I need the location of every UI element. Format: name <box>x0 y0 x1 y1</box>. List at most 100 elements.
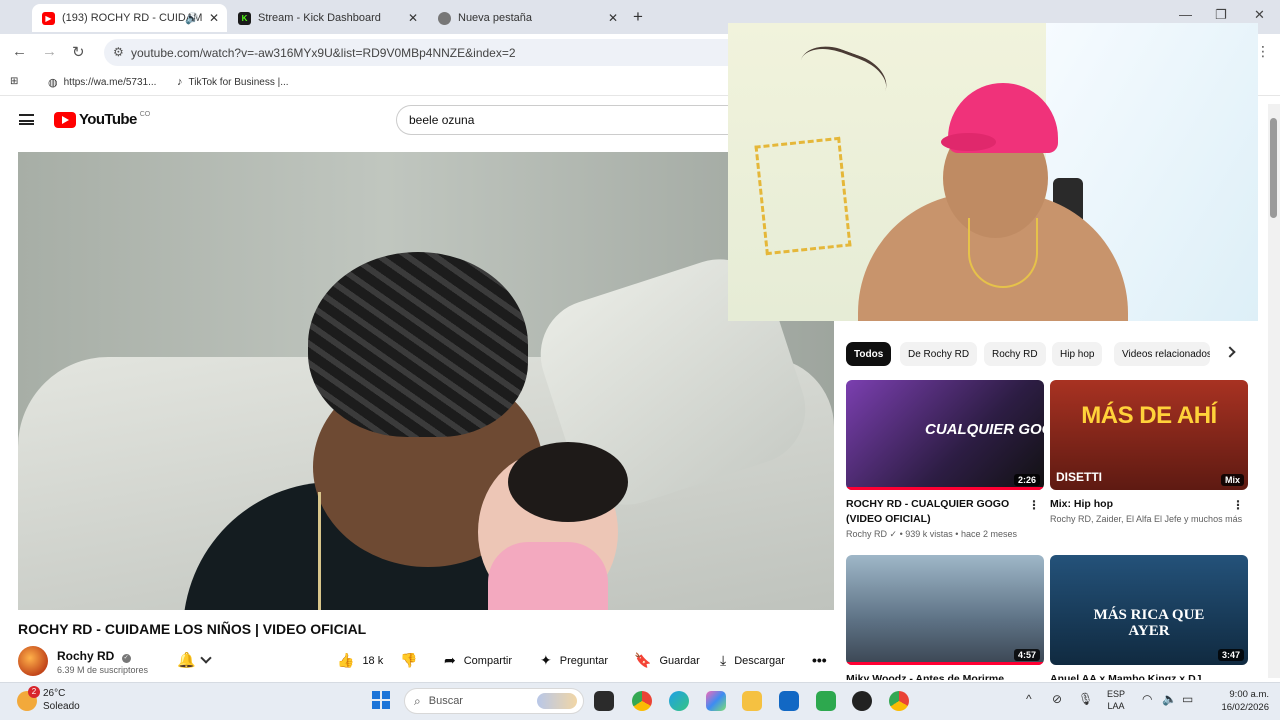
site-info-icon[interactable]: ⚙ <box>113 45 124 59</box>
share-button[interactable]: ➦ Compartir <box>444 652 512 669</box>
tab-kick-dashboard[interactable]: K Stream - Kick Dashboard ✕ <box>228 4 426 32</box>
chip-rochy-rd[interactable]: Rochy RD <box>984 342 1046 366</box>
mix-badge: Mix <box>1220 474 1244 486</box>
download-icon: ⤓ <box>720 652 727 668</box>
volume-icon[interactable]: 🔈 <box>1162 692 1177 706</box>
verified-check-icon: ✓ • <box>889 529 906 539</box>
clock-date: 16/02/2026 <box>1221 702 1269 713</box>
ask-label: Preguntar <box>559 654 609 667</box>
chrome-favicon-icon <box>438 11 451 25</box>
video-player[interactable] <box>18 152 834 610</box>
ask-button[interactable]: ✦ Preguntar <box>540 652 608 669</box>
webcam-tape-frame <box>754 136 852 256</box>
bookmark-tiktok[interactable]: ♪ TikTok for Business |... <box>177 76 289 88</box>
chip-hip-hop[interactable]: Hip hop <box>1052 342 1103 366</box>
video-thumbnail[interactable]: MÁS RICA QUE AYER 3:47 <box>1050 555 1248 665</box>
wifi-icon[interactable]: ◠ <box>1142 692 1152 706</box>
windows-start-icon[interactable] <box>372 691 390 709</box>
video-title[interactable]: Mix: Hip hop <box>1050 497 1230 512</box>
apps-grid-icon[interactable]: ⊞ <box>10 76 18 87</box>
tab-youtube[interactable]: ▶ (193) ROCHY RD - CUIDAM 🔊 ✕ <box>32 4 227 32</box>
edge-icon[interactable] <box>669 691 689 711</box>
task-view-icon[interactable] <box>594 691 614 711</box>
watch-progress-bar <box>846 662 1044 665</box>
chevron-down-icon[interactable] <box>200 652 212 664</box>
bookmark-whatsapp[interactable]: ◍ https://wa.me/5731... <box>48 76 156 89</box>
video-thumbnail[interactable]: 4:57 <box>846 555 1044 665</box>
filter-chips: Todos De Rochy RD Rochy RD Hip hop Video… <box>846 342 1246 366</box>
channel-avatar[interactable] <box>18 646 48 676</box>
globe-icon: ◍ <box>48 77 58 89</box>
download-button[interactable]: ⤓ Descargar <box>720 652 785 669</box>
channel-name[interactable]: Rochy RD <box>846 529 887 539</box>
verified-check-icon: ✓ <box>121 654 131 663</box>
webcam-necklace <box>968 218 1038 288</box>
file-explorer-icon[interactable] <box>742 691 762 711</box>
video-title[interactable]: ROCHY RD - CUALQUIER GOGO (VIDEO OFICIAL… <box>846 497 1026 527</box>
weather-condition[interactable]: Soleado <box>43 701 80 712</box>
system-clock[interactable]: 9:00 a.m. 16/02/2026 <box>1213 688 1269 714</box>
video-thumbnail[interactable]: CUALQUIER GOGO 2:26 <box>846 380 1044 490</box>
battery-icon[interactable]: ▭ <box>1182 692 1193 706</box>
weather-temperature[interactable]: 26°C <box>43 688 65 699</box>
share-label: Compartir <box>463 654 513 667</box>
save-button[interactable]: 🔖 Guardar <box>634 652 700 669</box>
youtube-play-icon <box>54 111 76 128</box>
video-title[interactable]: Miky Woodz - Antes de Morirme <box>846 672 1026 680</box>
save-label: Guardar <box>659 654 700 667</box>
like-button[interactable]: 👍 18 k <box>337 652 383 669</box>
video-thumbnail[interactable]: MÁS DE AHÍ DISETTI Mix <box>1050 380 1248 490</box>
youtube-logo[interactable]: YouTube CO <box>54 111 150 128</box>
audio-playing-icon[interactable]: 🔊 <box>185 12 199 25</box>
back-arrow-icon[interactable]: ← <box>12 43 27 60</box>
chrome-profile-icon[interactable] <box>889 691 909 711</box>
more-actions-button[interactable]: ••• <box>812 652 827 668</box>
dislike-button[interactable]: 👎 <box>400 652 425 669</box>
chip-videos-relacionados[interactable]: Videos relacionados <box>1114 342 1210 366</box>
video-frame-braids <box>308 252 528 437</box>
channel-row: Rochy RD ✓ 6.39 M de suscriptores 🔔 👍 18… <box>0 645 840 680</box>
recommendation-card[interactable]: CUALQUIER GOGO 2:26 ROCHY RD - CUALQUIER… <box>846 380 1044 540</box>
search-input[interactable]: beele ozuna <box>396 105 728 135</box>
youtube-favicon-icon: ▶ <box>42 11 55 25</box>
restore-icon[interactable]: ❐ <box>1215 7 1227 23</box>
microsoft-store-icon[interactable] <box>779 691 799 711</box>
recommendation-card[interactable]: 4:57 Miky Woodz - Antes de Morirme <box>846 555 1044 680</box>
bell-icon[interactable]: 🔔 <box>177 651 196 669</box>
obs-icon[interactable] <box>852 691 872 711</box>
close-window-icon[interactable]: ✕ <box>1254 7 1265 23</box>
video-meta: Rochy RD ✓ • 939 k vistas • hace 2 meses <box>846 529 1044 540</box>
channel-name[interactable]: Rochy RD ✓ <box>57 649 131 663</box>
video-title[interactable]: Anuel AA x Mambo Kingz x DJ Luian <box>1050 672 1230 680</box>
close-icon[interactable]: ✕ <box>608 11 618 25</box>
chip-todos[interactable]: Todos <box>846 342 892 366</box>
browser-menu-icon[interactable]: ⋮ <box>1256 43 1270 60</box>
close-icon[interactable]: ✕ <box>209 11 219 25</box>
chip-de-rochy-rd[interactable]: De Rochy RD <box>900 342 978 366</box>
thumbs-down-icon: 👎 <box>400 652 418 668</box>
taskbar-search[interactable]: ⌕ Buscar <box>404 688 584 714</box>
recommendation-card[interactable]: MÁS DE AHÍ DISETTI Mix Mix: Hip hop Roch… <box>1050 380 1248 524</box>
chevron-up-icon[interactable]: ^ <box>1026 692 1032 706</box>
page-scrollbar[interactable] <box>1268 104 1280 678</box>
recommendation-card[interactable]: MÁS RICA QUE AYER 3:47 Anuel AA x Mambo … <box>1050 555 1248 680</box>
weather-badge: 2 <box>28 686 40 698</box>
forward-arrow-icon[interactable]: → <box>42 43 57 60</box>
download-label: Descargar <box>734 654 785 667</box>
tab-new-tab[interactable]: Nueva pestaña ✕ <box>428 4 626 32</box>
excel-icon[interactable] <box>816 691 836 711</box>
language-indicator[interactable]: ESP LAA <box>1107 688 1125 712</box>
address-bar[interactable]: ⚙ youtube.com/watch?v=-aw316MYx9U&list=R… <box>104 39 824 66</box>
scrollbar-thumb[interactable] <box>1270 118 1277 218</box>
security-icon[interactable]: ⊘ <box>1052 692 1062 706</box>
new-tab-plus-icon[interactable]: + <box>633 7 643 27</box>
more-vertical-icon[interactable]: ⋮ <box>1028 498 1040 512</box>
copilot-icon[interactable] <box>706 691 726 711</box>
chrome-icon[interactable] <box>632 691 652 711</box>
hamburger-menu-icon[interactable] <box>19 114 34 125</box>
more-vertical-icon[interactable]: ⋮ <box>1232 498 1244 512</box>
reload-icon[interactable]: ↻ <box>72 43 85 61</box>
close-icon[interactable]: ✕ <box>408 11 418 25</box>
microphone-icon[interactable]: 🎙 <box>1078 692 1093 706</box>
minimize-icon[interactable]: — <box>1179 7 1192 22</box>
